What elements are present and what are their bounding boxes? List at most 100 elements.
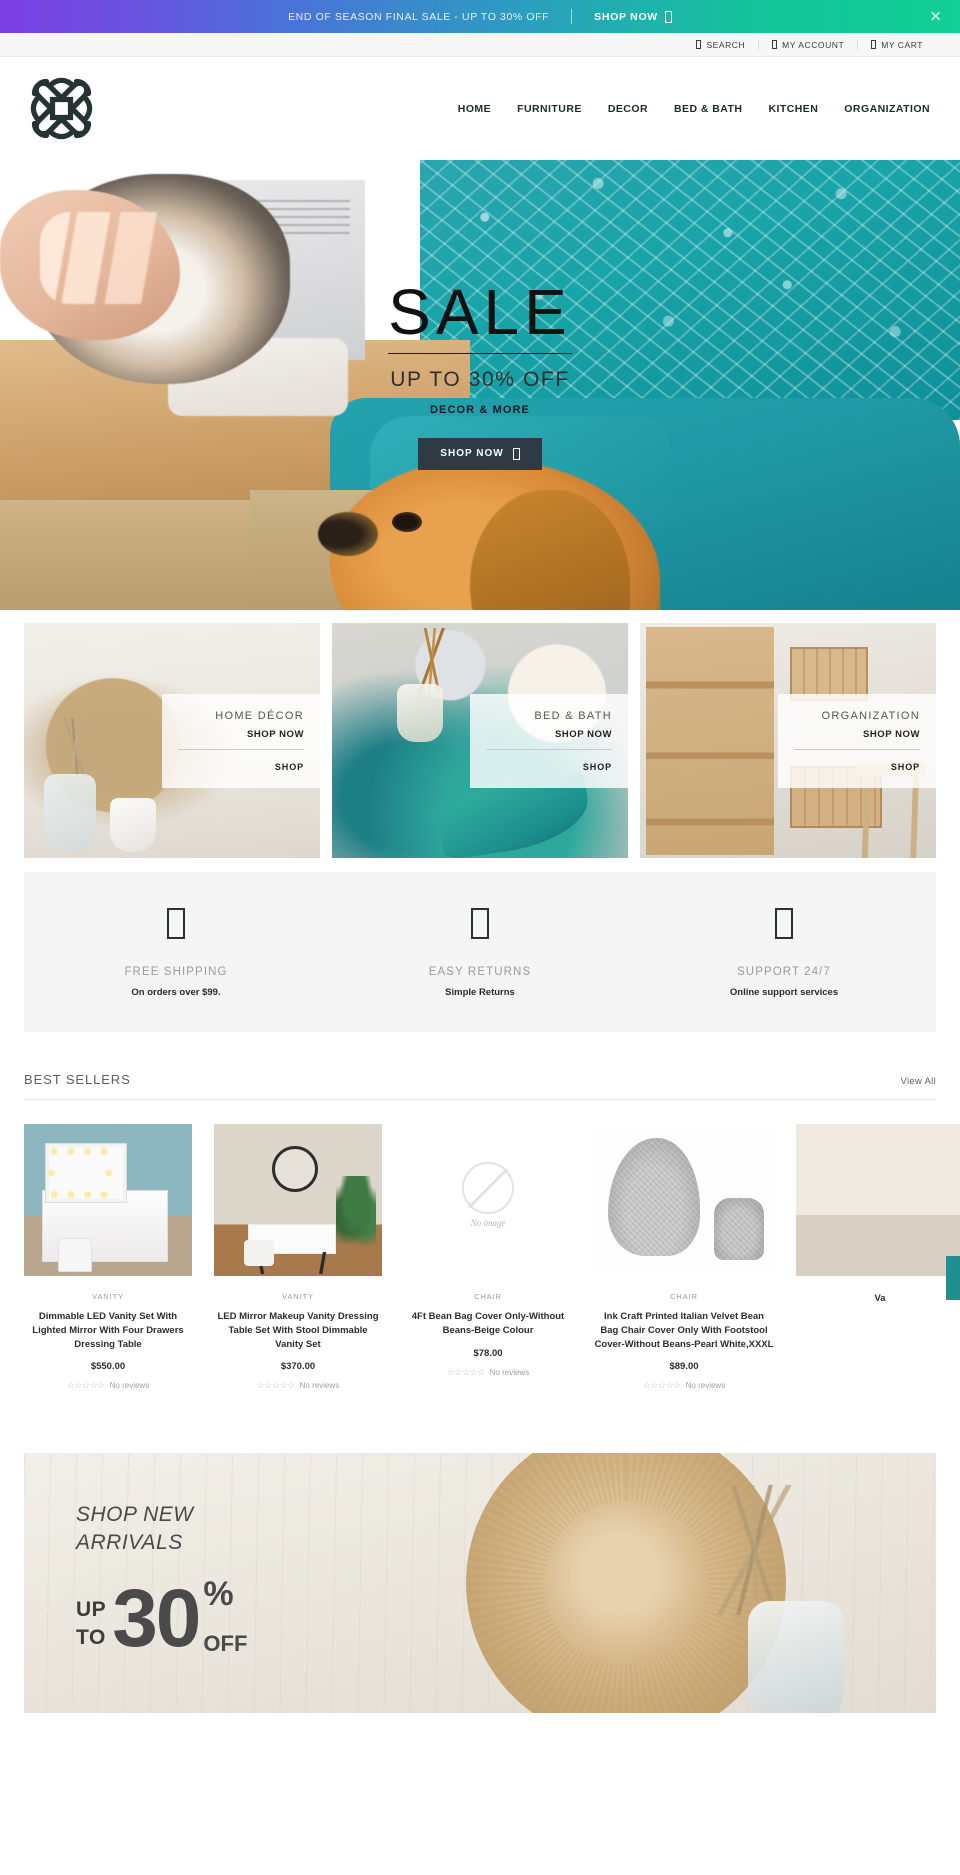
product-image-background bbox=[796, 1124, 960, 1276]
service-free-shipping: FREE SHIPPING On orders over $99. bbox=[24, 908, 328, 998]
product-rating: ☆☆☆☆☆ No reviews bbox=[594, 1380, 774, 1391]
product-name[interactable]: LED Mirror Makeup Vanity Dressing Table … bbox=[214, 1310, 382, 1351]
review-count: No reviews bbox=[489, 1367, 530, 1377]
hero-tagline: DECOR & MORE bbox=[430, 403, 530, 416]
product-name[interactable]: Ink Craft Printed Italian Velvet Bean Ba… bbox=[594, 1310, 774, 1351]
off-label: OFF bbox=[203, 1630, 248, 1656]
announcement-text: END OF SEASON FINAL SALE - UP TO 30% OFF bbox=[288, 10, 550, 23]
product-meta: Va bbox=[796, 1292, 960, 1306]
product-image[interactable] bbox=[796, 1124, 960, 1276]
dried-stems-decor bbox=[696, 1485, 816, 1616]
new-arrivals-title: SHOP NEW ARRIVALS bbox=[76, 1503, 194, 1555]
glass-vase-decor bbox=[44, 774, 96, 852]
review-count: No reviews bbox=[299, 1381, 340, 1391]
nav-item-organization[interactable]: ORGANIZATION bbox=[844, 103, 930, 115]
divider bbox=[486, 748, 612, 750]
product-category: VANITY bbox=[282, 1292, 314, 1301]
announcement-divider bbox=[571, 9, 573, 24]
utility-my-account[interactable]: MY ACCOUNT bbox=[758, 39, 857, 50]
star-rating-icon: ☆☆☆☆☆ bbox=[66, 1380, 105, 1391]
headset-icon bbox=[775, 908, 793, 939]
upto-up-label: UP bbox=[76, 1597, 107, 1621]
hero-subheadline: UP TO 30% OFF bbox=[390, 367, 570, 391]
product-price: $550.00 bbox=[90, 1361, 126, 1373]
hero-button-label: SHOP NOW bbox=[440, 448, 504, 460]
hero-headline: SALE bbox=[388, 280, 572, 354]
dried-stems-decor bbox=[48, 718, 104, 780]
product-category: CHAIR bbox=[670, 1292, 698, 1301]
white-vase-decor bbox=[110, 798, 156, 852]
site-header: HOME FURNITURE DECOR BED & BATH KITCHEN … bbox=[0, 57, 960, 160]
vanity-bulbs-shape bbox=[48, 1146, 124, 1200]
utility-my-cart[interactable]: MY CART bbox=[857, 39, 936, 50]
nav-item-kitchen[interactable]: KITCHEN bbox=[768, 103, 818, 115]
close-icon[interactable]: ✕ bbox=[929, 9, 942, 24]
services-bar: FREE SHIPPING On orders over $99. EASY R… bbox=[24, 872, 936, 1032]
review-count: No reviews bbox=[685, 1381, 726, 1391]
wooden-shelf-decor bbox=[646, 627, 774, 855]
product-rating: ☆☆☆☆☆ No reviews bbox=[404, 1367, 572, 1378]
nav-item-home[interactable]: HOME bbox=[458, 103, 491, 115]
product-card[interactable]: VANITY LED Mirror Makeup Vanity Dressing… bbox=[214, 1124, 382, 1391]
category-shop-link[interactable]: SHOP bbox=[583, 762, 612, 772]
woven-plate-center-decor bbox=[544, 1501, 708, 1666]
product-image[interactable] bbox=[594, 1124, 774, 1276]
nav-item-bed-and-bath[interactable]: BED & BATH bbox=[674, 103, 742, 115]
product-category: CHAIR bbox=[474, 1292, 502, 1301]
diffuser-bottle-decor bbox=[397, 684, 444, 743]
product-card[interactable]: VANITY Dimmable LED Vanity Set With Ligh… bbox=[24, 1124, 192, 1391]
product-meta: VANITY LED Mirror Makeup Vanity Dressing… bbox=[214, 1292, 382, 1391]
service-title: FREE SHIPPING bbox=[124, 966, 228, 978]
review-count: No reviews bbox=[109, 1381, 150, 1391]
announcement-shop-now-link[interactable]: SHOP NOW bbox=[594, 10, 672, 23]
carousel-next-button[interactable] bbox=[946, 1256, 960, 1300]
product-image[interactable] bbox=[214, 1124, 382, 1276]
utility-search[interactable]: SEARCH bbox=[683, 40, 758, 50]
hero-shop-now-button[interactable]: SHOP NOW bbox=[418, 437, 542, 470]
divider bbox=[178, 748, 304, 750]
view-all-link[interactable]: View All bbox=[901, 1076, 937, 1087]
hero-banner[interactable]: SALE UP TO 30% OFF DECOR & MORE SHOP NOW bbox=[0, 160, 960, 610]
no-image-label: No image bbox=[470, 1218, 506, 1229]
celtic-knot-icon bbox=[30, 77, 93, 140]
discount-number: 30 bbox=[112, 1573, 201, 1665]
star-rating-icon: ☆☆☆☆☆ bbox=[642, 1380, 681, 1391]
service-description: On orders over $99. bbox=[131, 987, 221, 998]
nav-item-furniture[interactable]: FURNITURE bbox=[517, 103, 582, 115]
celtic-knot-logo[interactable] bbox=[24, 71, 99, 146]
divider bbox=[794, 748, 920, 750]
product-card[interactable]: CHAIR Ink Craft Printed Italian Velvet B… bbox=[594, 1124, 774, 1391]
product-name[interactable]: 4Ft Bean Bag Cover Only-Without Beans-Be… bbox=[404, 1310, 572, 1338]
new-arrivals-upto: UP TO bbox=[76, 1597, 107, 1655]
category-card-organization[interactable]: ORGANIZATION SHOP NOW SHOP bbox=[640, 623, 936, 858]
category-cards: HOME DÉCOR SHOP NOW SHOP BED & BATH SHOP… bbox=[0, 610, 960, 858]
arrow-right-icon bbox=[664, 10, 672, 23]
product-image-placeholder[interactable]: No image bbox=[404, 1124, 572, 1276]
reed-sticks-decor bbox=[403, 627, 464, 692]
product-card[interactable]: No image CHAIR 4Ft Bean Bag Cover Only-W… bbox=[404, 1124, 572, 1391]
product-card-partial[interactable]: Va bbox=[796, 1124, 960, 1391]
category-subtitle: SHOP NOW bbox=[554, 728, 612, 740]
category-card-bed-and-bath[interactable]: BED & BATH SHOP NOW SHOP bbox=[332, 623, 628, 858]
category-title: HOME DÉCOR bbox=[215, 709, 304, 722]
product-image[interactable] bbox=[24, 1124, 192, 1276]
product-meta: CHAIR 4Ft Bean Bag Cover Only-Without Be… bbox=[404, 1292, 572, 1378]
category-card-home-decor[interactable]: HOME DÉCOR SHOP NOW SHOP bbox=[24, 623, 320, 858]
new-arrivals-banner[interactable]: SHOP NEW ARRIVALS UP TO 30 % OFF bbox=[24, 1453, 936, 1714]
nav-item-decor[interactable]: DECOR bbox=[608, 103, 648, 115]
announcement-bar: END OF SEASON FINAL SALE - UP TO 30% OFF… bbox=[0, 0, 960, 33]
truck-icon bbox=[167, 908, 185, 939]
product-name[interactable]: Va bbox=[796, 1292, 960, 1306]
category-shop-link[interactable]: SHOP bbox=[891, 762, 920, 772]
product-price: $370.00 bbox=[280, 1361, 316, 1373]
product-price: $78.00 bbox=[473, 1347, 503, 1359]
percent-symbol: % bbox=[203, 1574, 234, 1613]
round-mirror-shape bbox=[272, 1146, 318, 1192]
new-arrivals-content: SHOP NEW ARRIVALS UP TO 30 % OFF bbox=[76, 1501, 248, 1665]
hero-content: SALE UP TO 30% OFF DECOR & MORE SHOP NOW bbox=[0, 160, 960, 610]
service-description: Online support services bbox=[729, 987, 839, 998]
category-shop-link[interactable]: SHOP bbox=[275, 762, 304, 772]
vanity-stool-shape bbox=[244, 1240, 274, 1266]
product-name[interactable]: Dimmable LED Vanity Set With Lighted Mir… bbox=[24, 1310, 192, 1351]
utility-cart-label: MY CART bbox=[881, 39, 923, 50]
